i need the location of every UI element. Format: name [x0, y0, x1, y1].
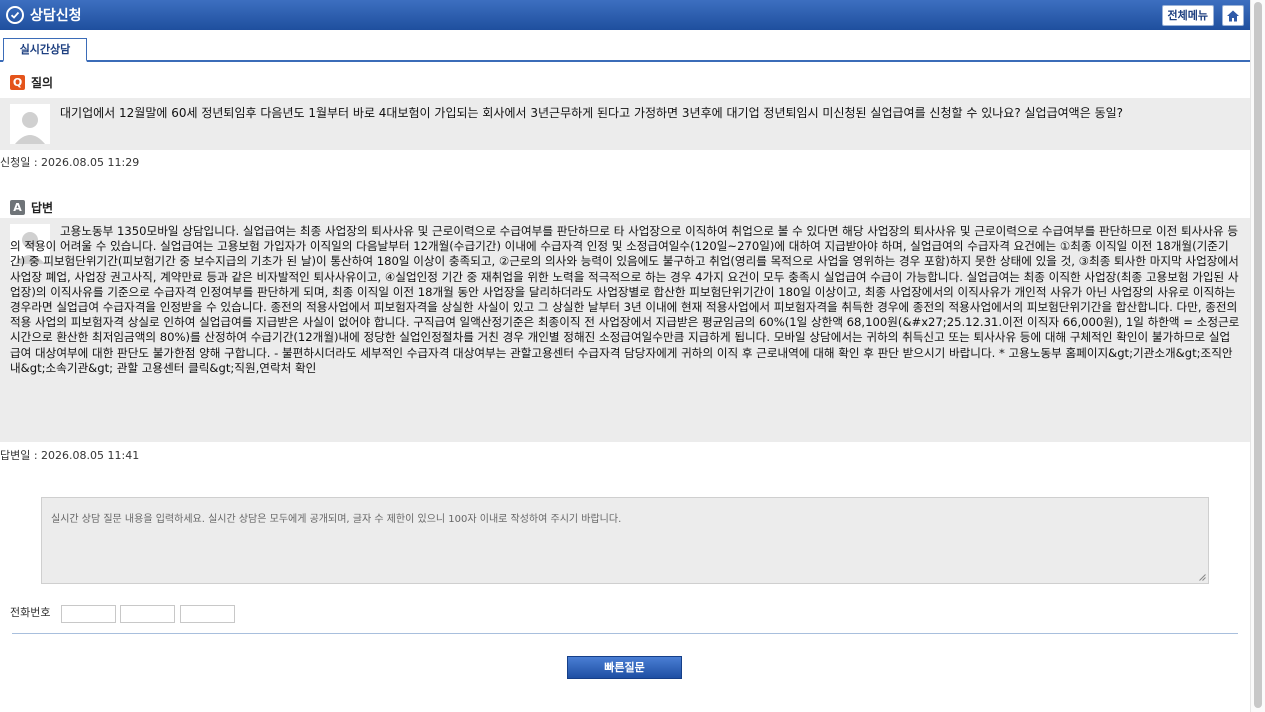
- tab-bar: 실시간상담: [0, 30, 1250, 62]
- question-badge-icon: Q: [10, 75, 25, 90]
- question-section-label: 질의: [31, 76, 54, 90]
- resize-handle-icon[interactable]: [1199, 574, 1206, 581]
- all-menu-button[interactable]: 전체메뉴: [1161, 5, 1214, 26]
- home-button[interactable]: [1222, 5, 1244, 26]
- phone-label: 전화번호: [10, 606, 51, 619]
- question-text: 대기업에서 12월말에 60세 정년퇴임후 다음년도 1월부터 바로 4대보험이…: [60, 106, 1124, 120]
- answer-box: 고용노동부 1350모바일 상담입니다. 실업급여는 최종 사업장의 퇴사사유 …: [0, 218, 1250, 442]
- question-box: 대기업에서 12월말에 60세 정년퇴임후 다음년도 1월부터 바로 4대보험이…: [0, 98, 1250, 150]
- scrollbar[interactable]: [1250, 0, 1265, 712]
- title-bar: 상담신청 전체메뉴: [0, 0, 1250, 30]
- form-divider: [12, 633, 1238, 634]
- question-date: 신청일 : 2026.08.05 11:29: [0, 156, 140, 169]
- user-avatar-icon: [10, 104, 50, 144]
- question-input-placeholder: 실시간 상담 질문 내용을 입력하세요. 실시간 상담은 모두에게 공개되며, …: [51, 514, 622, 525]
- question-heading: Q 질의: [10, 74, 53, 91]
- quick-question-button[interactable]: 빠른질문: [567, 656, 682, 679]
- scrollbar-thumb[interactable]: [1254, 2, 1262, 708]
- phone-input-1[interactable]: [61, 605, 116, 623]
- question-input[interactable]: 실시간 상담 질문 내용을 입력하세요. 실시간 상담은 모두에게 공개되며, …: [41, 497, 1209, 584]
- phone-input-2[interactable]: [120, 605, 175, 623]
- phone-input-3[interactable]: [180, 605, 235, 623]
- answer-badge-icon: A: [10, 200, 25, 215]
- answer-text: 고용노동부 1350모바일 상담입니다. 실업급여는 최종 사업장의 퇴사사유 …: [10, 224, 1240, 375]
- tab-realtime-consult[interactable]: 실시간상담: [3, 38, 87, 62]
- home-icon: [1227, 10, 1239, 21]
- answer-date: 답변일 : 2026.08.05 11:41: [0, 449, 140, 462]
- answer-section-label: 답변: [31, 201, 54, 215]
- answer-heading: A 답변: [10, 199, 53, 216]
- check-circle-icon: [6, 6, 24, 24]
- page-title: 상담신청: [30, 8, 82, 24]
